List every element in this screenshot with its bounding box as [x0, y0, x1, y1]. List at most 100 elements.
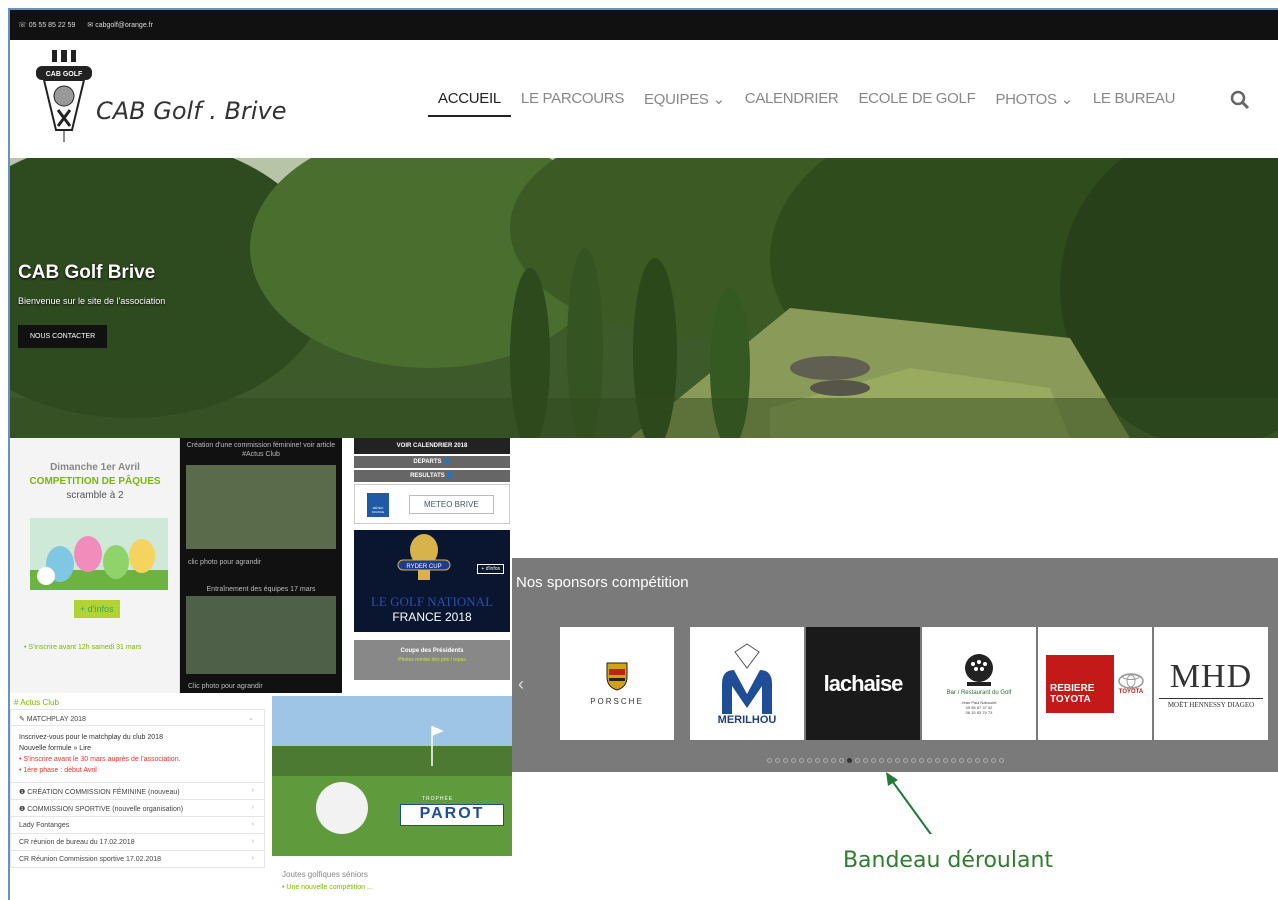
nav-accueil[interactable]: ACCUEIL [428, 90, 511, 117]
women-commission-photo[interactable] [186, 465, 336, 549]
sponsor-bar-restaurant[interactable]: Bar / Restaurant du Golf Jean Paul Nabou… [922, 627, 1036, 740]
results-link[interactable]: RESULTATS 👤 [354, 470, 510, 482]
carousel-pagination [767, 758, 1004, 763]
carousel-dot[interactable] [815, 758, 820, 763]
parot-badge-top: TROPHÉE [422, 796, 454, 802]
nav-photos[interactable]: PHOTOS ⌄ [985, 90, 1082, 117]
accordion-item-commission-sportive[interactable]: ❶ COMMISSION SPORTIVE (nouvelle organisa… [10, 800, 265, 817]
carousel-dot[interactable] [951, 758, 956, 763]
merilhou-label: MERILHOU [717, 713, 777, 726]
golf-card-caption[interactable]: Joutes golfiques séniors [282, 870, 368, 879]
chevron-down-icon: ⌄ [248, 715, 254, 722]
photo-gallery-panel: Création d'une commission féminine! voir… [180, 438, 342, 693]
carousel-dot[interactable] [903, 758, 908, 763]
accordion-item-cr-bureau[interactable]: CR réunion de bureau du 17.02.2018 › [10, 834, 265, 851]
rebiere-label: REBIERE TOYOTA [1046, 654, 1114, 713]
carousel-dot[interactable] [919, 758, 924, 763]
carousel-dot[interactable] [887, 758, 892, 763]
sponsor-porsche[interactable]: PORSCHE [560, 627, 674, 740]
carousel-dot[interactable] [927, 758, 932, 763]
meteo-widget[interactable]: MÉTÉO FRANCE METEO BRIVE [354, 484, 510, 524]
carousel-dot[interactable] [967, 758, 972, 763]
carousel-dot[interactable] [823, 758, 828, 763]
carousel-prev-icon[interactable]: ‹ [518, 674, 524, 695]
coupe-presidents-panel[interactable]: Coupe des Présidents Photos remise des p… [354, 640, 510, 680]
email-address: cabgolf@orange.fr [95, 22, 153, 29]
carousel-dot[interactable] [983, 758, 988, 763]
accordion-item-cr-commission[interactable]: CR Réunion Commission sportive 17.02.201… [10, 851, 265, 868]
gallery-caption-1: Création d'une commission féminine! voir… [186, 442, 336, 458]
nav-calendrier[interactable]: CALENDRIER [735, 90, 849, 117]
sponsor-rebiere-toyota[interactable]: REBIERE TOYOTA TOYOTA [1038, 627, 1152, 740]
carousel-dot[interactable] [999, 758, 1004, 763]
carousel-dot[interactable] [791, 758, 796, 763]
mhd-label: MHD [1169, 658, 1253, 695]
gallery-caption-2: Entraînement des équipes 17 mars [206, 586, 316, 593]
meteo-brive-button[interactable]: METEO BRIVE [409, 495, 494, 514]
contact-button[interactable]: NOUS CONTACTER [18, 325, 108, 348]
carousel-dot[interactable] [855, 758, 860, 763]
nav-ecole-de-golf[interactable]: ECOLE DE GOLF [848, 90, 985, 117]
nav-le-parcours[interactable]: LE PARCOURS [511, 90, 634, 117]
coupe-title: Coupe des Présidents [400, 648, 464, 654]
accordion-item-matchplay[interactable]: ✎ MATCHPLAY 2018 ⌄ [10, 709, 265, 726]
logo-text: CAB GOLF [46, 71, 83, 78]
accordion-item-lady-fontanges[interactable]: Lady Fontanges › [10, 817, 265, 834]
phone-contact[interactable]: ☏ 05 55 85 22 59 [18, 21, 75, 29]
accordion-item-commission-feminine[interactable]: ❶ CRÉATION COMMISSION FÉMININE (nouveau)… [10, 783, 265, 800]
carousel-dot[interactable] [959, 758, 964, 763]
email-contact[interactable]: ✉ cabgolf@orange.fr [87, 21, 153, 29]
toyota-emblem-icon [1118, 672, 1144, 689]
carousel-dot[interactable] [783, 758, 788, 763]
main-nav: ACCUEIL LE PARCOURS EQUIPES ⌄ CALENDRIER… [428, 90, 1185, 117]
chevron-right-icon: › [251, 804, 254, 811]
accordion-item-label: CR Réunion Commission sportive 17.02.201… [19, 856, 162, 863]
matchplay-line-1: Inscrivez-vous pour le matchplay du club… [19, 734, 163, 741]
carousel-dot[interactable] [895, 758, 900, 763]
calendar-link[interactable]: VOIR CALENDRIER 2018 [354, 438, 510, 454]
matchplay-line-2[interactable]: Nouvelle formule » Lire [19, 743, 256, 754]
search-icon[interactable] [1230, 90, 1250, 110]
carousel-dot[interactable] [831, 758, 836, 763]
carousel-dot[interactable] [799, 758, 804, 763]
carousel-dot[interactable] [991, 758, 996, 763]
hero-subtitle: Bienvenue sur le site de l'association [18, 296, 166, 306]
matchplay-line-3: • S'inscrire avant le 30 mars auprès de … [19, 756, 181, 763]
site-brand-name[interactable]: CAB Golf . Brive [96, 97, 287, 125]
team-training-photo[interactable] [186, 596, 336, 674]
carousel-dot[interactable] [943, 758, 948, 763]
nav-equipes[interactable]: EQUIPES ⌄ [634, 90, 735, 117]
carousel-dot[interactable] [847, 758, 852, 763]
site-header: CAB GOLF CAB Golf . Brive ACCUEIL LE PAR… [10, 40, 1278, 157]
sponsor-mhd[interactable]: MHD MOËT HENNESSY DIAGEO [1154, 627, 1268, 740]
nav-le-bureau[interactable]: LE BUREAU [1083, 90, 1185, 117]
phone-number: 05 55 85 22 59 [28, 22, 76, 29]
sponsor-merilhou[interactable]: MERILHOU [690, 627, 804, 740]
carousel-dot[interactable] [767, 758, 772, 763]
accordion-item-label: ❶ CRÉATION COMMISSION FÉMININE (nouveau) [19, 789, 180, 796]
trophee-parot-image[interactable]: PAROT TROPHÉE [272, 696, 512, 856]
lachaise-label: lachaise [823, 670, 904, 696]
carousel-dot[interactable] [911, 758, 916, 763]
carousel-dot[interactable] [879, 758, 884, 763]
carousel-dot[interactable] [839, 758, 844, 763]
ryder-line-1: LE GOLF NATIONAL [370, 594, 494, 609]
coupe-subtitle: Photos remise des prix / repas [398, 657, 466, 663]
ryder-line-2: FRANCE 2018 [392, 610, 472, 624]
carousel-dot[interactable] [863, 758, 868, 763]
porsche-crest-icon [606, 662, 628, 691]
sponsor-lachaise[interactable]: lachaise [806, 627, 920, 740]
carousel-dot[interactable] [871, 758, 876, 763]
chevron-right-icon: › [251, 838, 254, 845]
browser-frame: ☏ 05 55 85 22 59 ✉ cabgolf@orange.fr CAB… [8, 8, 1278, 900]
carousel-dot[interactable] [935, 758, 940, 763]
more-info-button[interactable]: + d'infos [74, 600, 120, 618]
ryder-more-button[interactable]: + d'infos [477, 564, 504, 574]
club-logo[interactable]: CAB GOLF [32, 50, 96, 145]
carousel-dot[interactable] [775, 758, 780, 763]
ryder-cup-banner[interactable]: RYDER CUP + d'infos LE GOLF NATIONAL FRA… [354, 530, 510, 632]
chevron-right-icon: › [251, 787, 254, 794]
carousel-dot[interactable] [975, 758, 980, 763]
carousel-dot[interactable] [807, 758, 812, 763]
departs-link[interactable]: DEPARTS 👤 [354, 456, 510, 468]
